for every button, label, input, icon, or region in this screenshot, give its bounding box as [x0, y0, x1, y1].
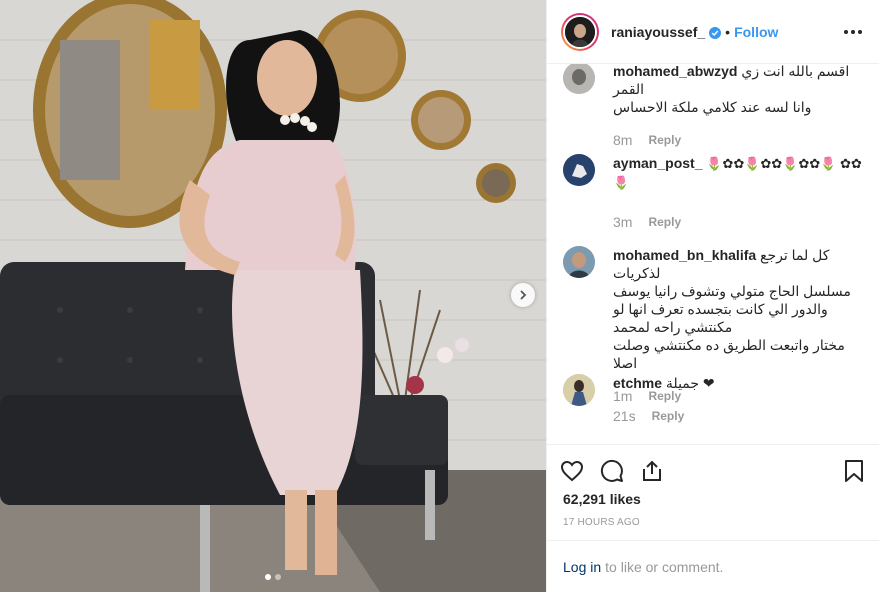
comments-list[interactable]: mohamed_abwzyd اقسم بالله انت زي القمر و… [547, 64, 879, 592]
post-timestamp[interactable]: 17 HOURS AGO [563, 517, 640, 528]
instagram-post-modal: raniayoussef_ • Follow mohamed_abwzyd اق… [0, 0, 879, 592]
commenter-username[interactable]: ayman_post_ [613, 155, 702, 171]
comment-time[interactable]: 21s [613, 408, 636, 424]
comment-meta: 21s Reply [613, 408, 863, 424]
post-side-panel: raniayoussef_ • Follow mohamed_abwzyd اق… [546, 0, 879, 592]
comment-item: mohamed_abwzyd اقسم بالله انت زي القمر و… [563, 64, 863, 148]
login-link[interactable]: Log in [563, 559, 601, 575]
commenter-avatar[interactable] [563, 246, 595, 278]
login-prompt-text: to like or comment. [605, 558, 724, 575]
comment-item: etchme جميلة ❤ 21s Reply [563, 374, 863, 424]
author-username[interactable]: raniayoussef_ [611, 24, 705, 40]
post-actions [547, 444, 879, 496]
bookmark-save-icon[interactable] [841, 458, 867, 484]
post-photo[interactable] [0, 0, 546, 592]
commenter-username[interactable]: mohamed_bn_khalifa [613, 247, 756, 263]
commenter-username[interactable]: mohamed_abwzyd [613, 64, 737, 79]
comment-text: وانا لسه عند كلامي ملكة الاحساس [613, 99, 812, 115]
comment-text: مسلسل الحاج متولي وتشوف رانيا يوسف والدو… [613, 283, 851, 335]
carousel-indicator [0, 574, 546, 580]
reply-button[interactable]: Reply [648, 215, 681, 229]
commenter-avatar[interactable] [563, 64, 595, 94]
commenter-avatar[interactable] [563, 374, 595, 406]
carousel-dot-active [265, 574, 271, 580]
comment-text: جميلة ❤ [665, 375, 715, 391]
comment-bubble-icon[interactable] [599, 458, 625, 484]
author-avatar[interactable] [563, 14, 597, 49]
post-header: raniayoussef_ • Follow [547, 0, 879, 64]
commenter-username[interactable]: etchme [613, 375, 662, 391]
carousel-dot [275, 574, 281, 580]
chevron-right-icon [520, 290, 527, 300]
like-heart-icon[interactable] [559, 458, 585, 484]
header-separator: • [725, 23, 731, 40]
author-avatar-ring[interactable] [561, 12, 599, 51]
carousel-next-button[interactable] [511, 283, 535, 307]
reply-button[interactable]: Reply [652, 409, 685, 423]
commenter-avatar[interactable] [563, 154, 595, 186]
verified-badge-icon [709, 26, 722, 39]
likes-count[interactable]: 62,291 likes [563, 491, 641, 507]
login-prompt: Log in to like or comment. [547, 540, 879, 592]
comment-time[interactable]: 8m [613, 132, 632, 148]
comment-meta: 3m Reply [613, 214, 863, 230]
comment-time[interactable]: 3m [613, 214, 632, 230]
more-options-icon[interactable] [843, 29, 863, 34]
comment-item: ayman_post_ 🌷✿✿🌷✿✿🌷✿✿🌷 ✿✿🌷 3m Reply [563, 154, 863, 230]
photo-scene [0, 0, 546, 592]
reply-button[interactable]: Reply [648, 133, 681, 147]
comment-meta: 8m Reply [613, 132, 863, 148]
follow-button[interactable]: Follow [734, 24, 778, 40]
comment-text: مختار واتبعت الطريق ده مكنتشي وصلت اصلا [613, 337, 845, 371]
share-icon[interactable] [639, 458, 665, 484]
